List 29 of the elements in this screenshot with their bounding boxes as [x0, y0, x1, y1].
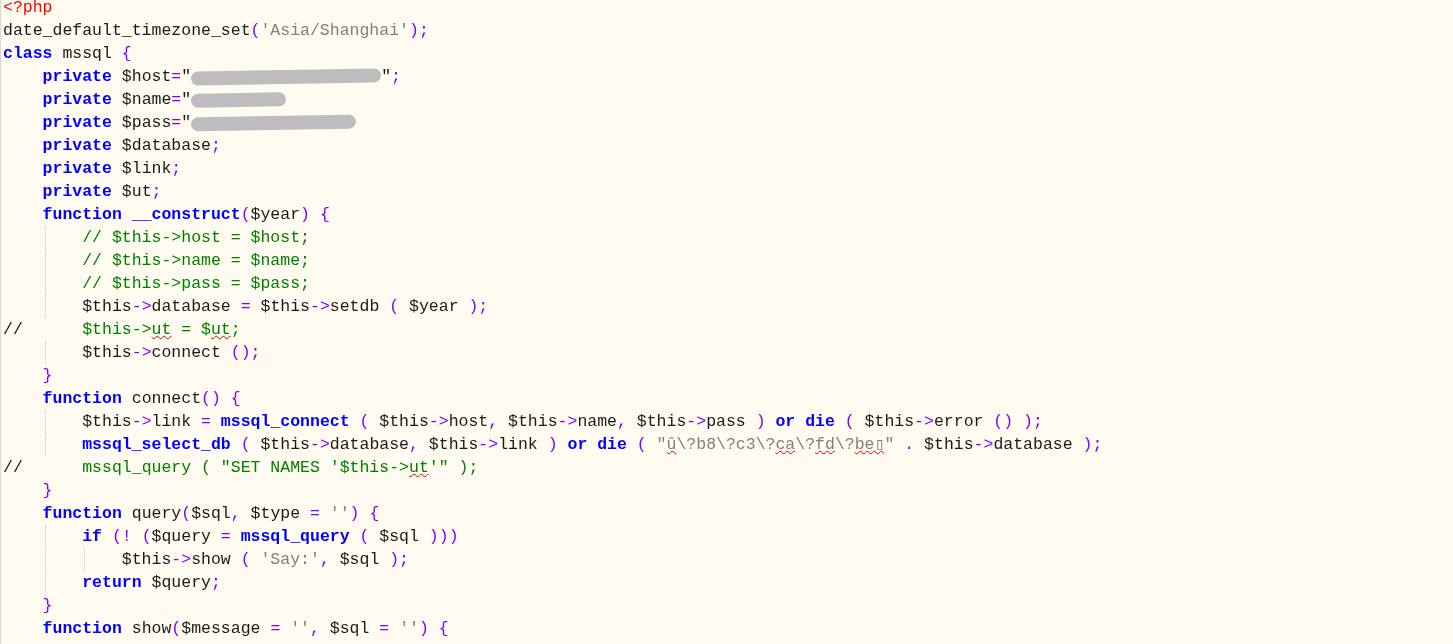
code-text: private $name=" — [41, 89, 192, 111]
code-line: function query($sql, $type = '') { — [41, 503, 381, 525]
code-line: } — [41, 480, 54, 502]
code-line: <?php — [3, 0, 54, 19]
code-line: mssql_select_db ( $this->database, $this->link ) or die ( "û\?b8\?c3\?ca\?fd\?be▯" . $this->database ); — [3, 433, 1453, 456]
code-line: $this->connect (); — [3, 341, 1453, 364]
code-line: if (! ($query = mssql_query ( $sql ))) — [3, 525, 1453, 548]
code-line: $this->link = mssql_connect ( $this->host, $this->name, $this->pass ) or die ( $this->error () ); — [3, 410, 1453, 433]
code-line: // $this->ut = $ut; — [3, 319, 242, 341]
code-line: } — [41, 365, 54, 387]
code-line: // mssql_query ( "SET NAMES '$this->ut'" ); — [3, 457, 480, 479]
code-text: private $pass=" — [41, 112, 192, 134]
code-line: // $this->pass = $pass; — [3, 272, 1453, 295]
code-line: return $query; — [3, 571, 1453, 594]
code-line: $this->show ( 'Say:', $sql ); — [3, 548, 1453, 571]
code-line: private $database; — [41, 135, 222, 157]
code-line: $this->database = $this->setdb ( $year ); — [3, 295, 1453, 318]
code-line: date_default_timezone_set('Asia/Shanghai'); — [3, 20, 430, 42]
code-line: // $this->name = $name; — [3, 249, 1453, 272]
code-text: private $host=" — [41, 66, 192, 88]
code-line: function __construct($year) { — [41, 204, 331, 226]
code-line: } — [41, 595, 54, 617]
code-line: class mssql { — [3, 43, 133, 65]
code-line: function connect() { — [41, 388, 242, 410]
code-line: private $ut; — [41, 181, 163, 203]
code-line: // $this->host = $host; — [3, 226, 1453, 249]
code-line: private $link; — [41, 158, 183, 180]
code-text: "; — [381, 66, 401, 88]
code-line: function show($message = '', $sql = '') { — [41, 618, 450, 640]
